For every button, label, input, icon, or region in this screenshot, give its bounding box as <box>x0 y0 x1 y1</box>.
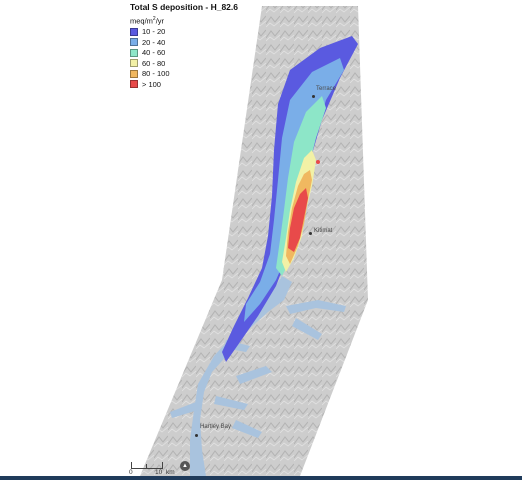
legend-label: > 100 <box>142 79 161 89</box>
legend-item-10-20: 10 - 20 <box>130 27 270 38</box>
legend-label: 20 - 40 <box>142 37 166 47</box>
legend-item-20-40: 20 - 40 <box>130 37 270 48</box>
map-view: Total S deposition - H_82.6 meq/m2/yr 10… <box>0 0 522 480</box>
scale-mid-tick <box>146 464 147 468</box>
legend-units: meq/m2/yr <box>130 16 165 26</box>
legend-swatch <box>130 69 138 78</box>
legend-label: 40 - 60 <box>142 48 166 58</box>
legend-label: 60 - 80 <box>142 58 166 68</box>
town-marker-hartley-bay <box>195 434 198 437</box>
legend-item-gt-100: > 100 <box>130 79 270 90</box>
legend-swatch <box>130 80 138 89</box>
bottom-frame-bar <box>0 476 522 480</box>
legend: Total S deposition - H_82.6 meq/m2/yr 10… <box>130 2 270 90</box>
legend-swatch <box>130 38 138 47</box>
scale-bar <box>131 462 163 469</box>
place-label-hartley-bay: Hartley Bay <box>200 424 232 430</box>
legend-item-80-100: 80 - 100 <box>130 69 270 80</box>
map-info-icon[interactable]: ▲ <box>180 461 190 471</box>
legend-item-60-80: 60 - 80 <box>130 58 270 69</box>
scale-label-unit: km <box>166 469 175 476</box>
legend-swatch <box>130 27 138 36</box>
legend-title: Total S deposition - H_82.6 <box>130 2 238 12</box>
place-label-terrace: Terrace <box>316 86 337 92</box>
contour-gt-100-spot <box>316 160 320 164</box>
legend-swatch <box>130 48 138 57</box>
legend-swatch <box>130 59 138 68</box>
scale-label-end: 10 <box>155 469 163 476</box>
place-label-kitimat: Kitimat <box>314 228 333 234</box>
town-marker-terrace <box>312 95 315 98</box>
legend-label: 10 - 20 <box>142 27 166 37</box>
legend-item-40-60: 40 - 60 <box>130 48 270 59</box>
legend-label: 80 - 100 <box>142 69 170 79</box>
scale-label-zero: 0 <box>129 469 133 476</box>
town-marker-kitimat <box>309 232 312 235</box>
